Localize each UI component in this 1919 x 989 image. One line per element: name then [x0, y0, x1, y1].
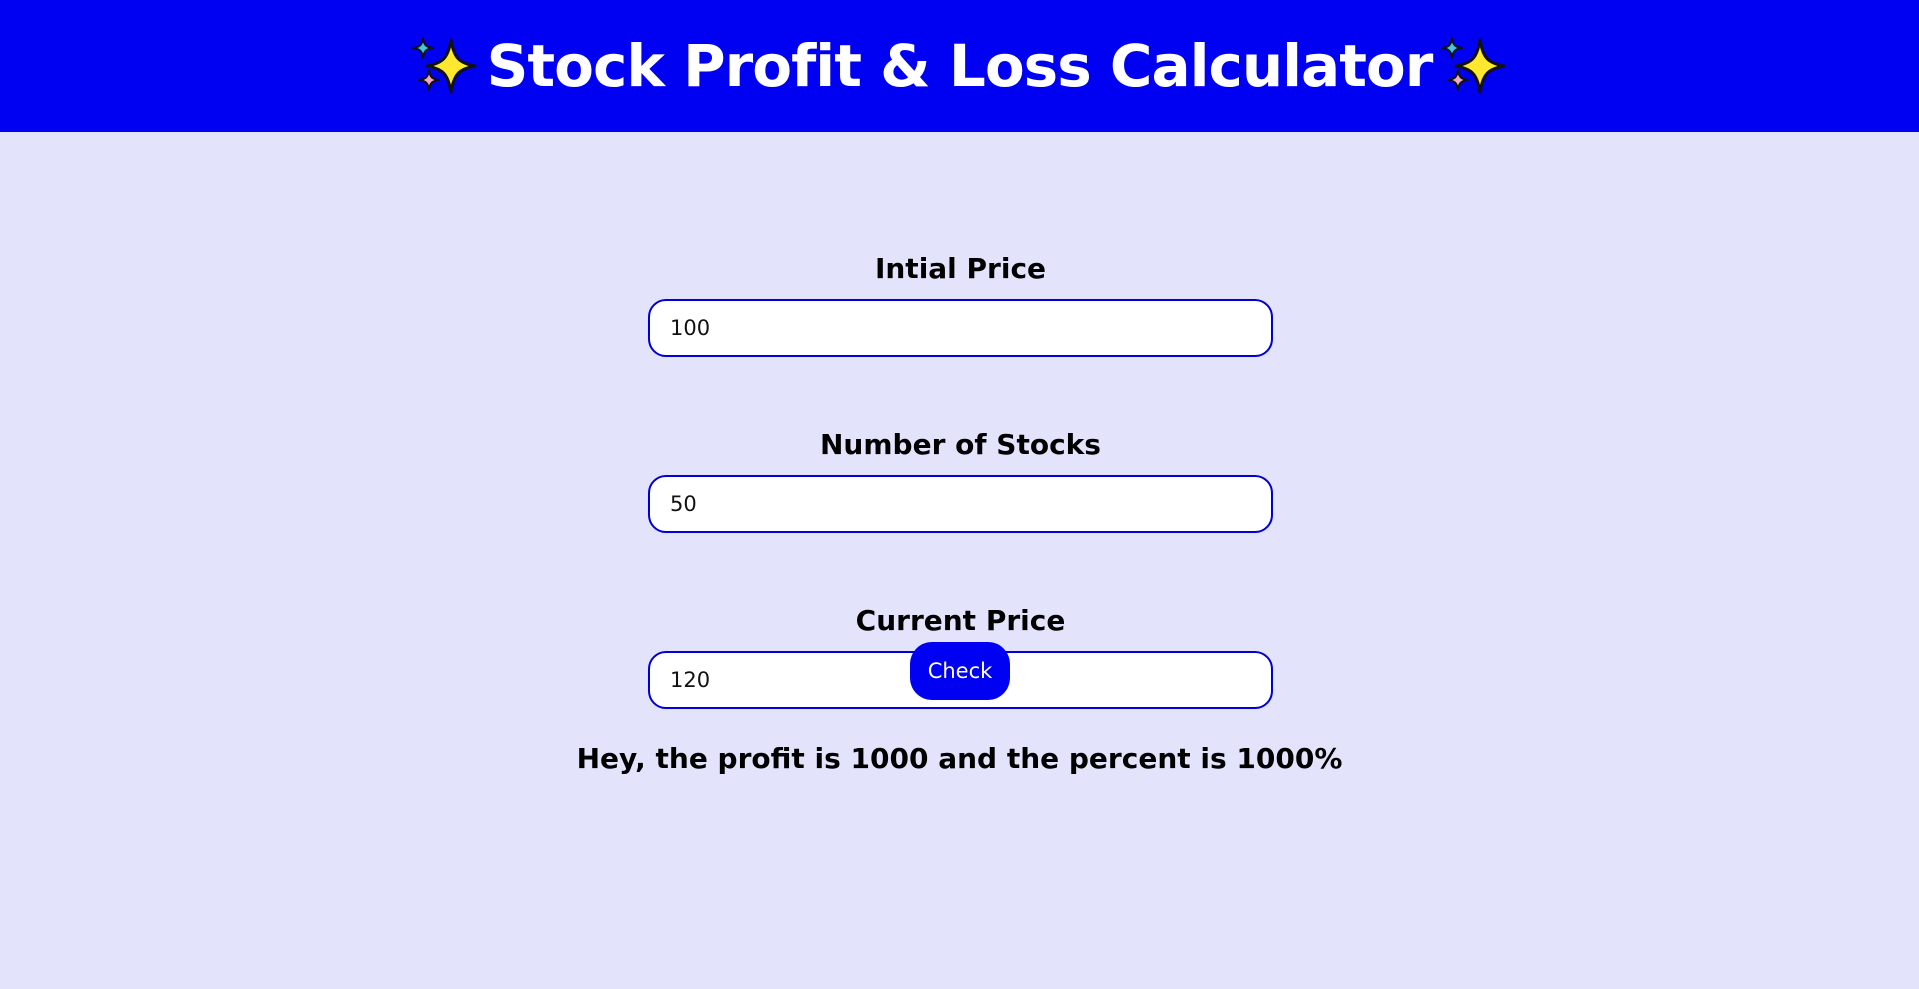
number-of-stocks-field: Number of Stocks	[648, 426, 1273, 533]
initial-price-label: Intial Price	[874, 252, 1047, 285]
current-price-label: Current Price	[855, 604, 1066, 637]
result-message: Hey, the profit is 1000 and the percent …	[576, 742, 1343, 775]
initial-price-input[interactable]	[648, 299, 1273, 357]
calculator-form: Intial Price Number of Stocks Current Pr…	[0, 132, 1919, 989]
check-button[interactable]: Check	[910, 642, 1010, 700]
title-wrap: Stock Profit & Loss Calculator	[409, 30, 1511, 102]
page-title: Stock Profit & Loss Calculator	[486, 32, 1434, 100]
sparkles-icon	[411, 37, 477, 94]
sparkles-icon	[1441, 37, 1506, 94]
app-header: Stock Profit & Loss Calculator	[0, 0, 1919, 132]
number-of-stocks-label: Number of Stocks	[820, 428, 1101, 461]
initial-price-field: Intial Price	[648, 250, 1273, 357]
current-price-field: Current Price	[648, 602, 1273, 709]
number-of-stocks-input[interactable]	[648, 475, 1273, 533]
